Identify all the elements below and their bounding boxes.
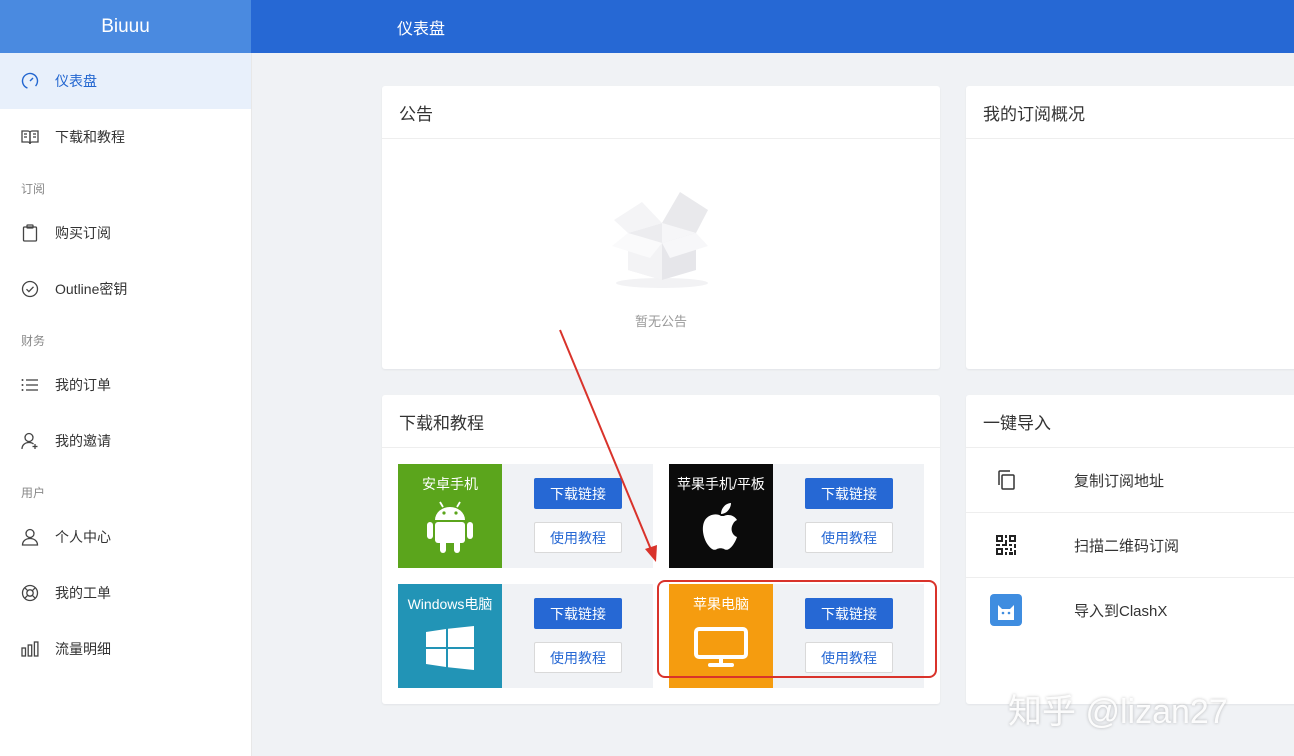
scan-qrcode-item[interactable]: 扫描二维码订阅 [966, 513, 1294, 578]
platform-tile-android[interactable]: 安卓手机 [398, 464, 502, 568]
empty-box-icon [610, 188, 714, 296]
copy-icon [986, 469, 1026, 491]
apple-icon [669, 500, 773, 554]
clipboard-icon [20, 223, 40, 243]
sidebar-item-invites[interactable]: 我的邀请 [0, 413, 251, 469]
download-row-android: 安卓手机 下载链接 使用教程 [398, 464, 653, 568]
list-icon [20, 375, 40, 395]
sidebar-item-outline-key[interactable]: Outline密钥 [0, 261, 251, 317]
subscription-overview-title: 我的订阅概况 [966, 86, 1294, 139]
lifebuoy-icon [20, 583, 40, 603]
downloads-title: 下载和教程 [382, 395, 940, 448]
sidebar-item-label: 我的订单 [55, 377, 111, 393]
sidebar-group-user: 用户 [21, 486, 46, 500]
sidebar: Biuuu 仪表盘 下载和教程 订阅 购买订阅 Outline密钥 财务 我的订… [0, 0, 252, 756]
platform-name: 苹果电脑 [693, 596, 749, 612]
ios-download-button[interactable]: 下载链接 [805, 478, 893, 509]
sidebar-group-subscription: 订阅 [21, 182, 46, 196]
announcement-card: 公告 暂无公告 [382, 86, 940, 369]
mac-tutorial-button[interactable]: 使用教程 [805, 642, 893, 673]
check-circle-icon [20, 279, 40, 299]
brand-logo[interactable]: Biuuu [0, 0, 251, 53]
copy-subscription-item[interactable]: 复制订阅地址 [966, 448, 1294, 513]
sidebar-item-label: 我的邀请 [55, 433, 111, 449]
empty-text: 暂无公告 [634, 315, 687, 330]
one-click-import-card: 一键导入 复制订阅地址 扫描二维码订阅 导入到ClashX [966, 395, 1294, 704]
sidebar-group-finance: 财务 [21, 334, 46, 348]
downloads-card: 下载和教程 安卓手机 下载链接 使用教程 苹果手机/平板 下载链接 使用教程 W… [382, 395, 940, 704]
sidebar-item-traffic[interactable]: 流量明细 [0, 621, 251, 677]
sidebar-item-label: 仪表盘 [55, 73, 97, 89]
android-tutorial-button[interactable]: 使用教程 [534, 522, 622, 553]
download-row-windows: Windows电脑 下载链接 使用教程 [398, 584, 653, 688]
subscription-overview-card: 我的订阅概况 [966, 86, 1294, 369]
sidebar-item-buy-subscription[interactable]: 购买订阅 [0, 205, 251, 261]
page-title: 仪表盘 [397, 18, 446, 38]
sidebar-item-tickets[interactable]: 我的工单 [0, 565, 251, 621]
windows-icon [398, 626, 502, 670]
sidebar-item-orders[interactable]: 我的订单 [0, 357, 251, 413]
watermark: 知乎 @lizan27 [1008, 693, 1228, 731]
user-icon [20, 527, 40, 547]
sidebar-item-label: 下载和教程 [55, 129, 125, 145]
platform-name: 安卓手机 [422, 476, 478, 492]
import-item-label: 导入到ClashX [1074, 602, 1168, 620]
sidebar-item-label: 我的工单 [55, 585, 111, 601]
qrcode-icon [986, 535, 1026, 555]
one-click-import-title: 一键导入 [966, 395, 1294, 448]
sidebar-item-label: 个人中心 [55, 529, 111, 545]
windows-download-button[interactable]: 下载链接 [534, 598, 622, 629]
android-icon [398, 500, 502, 554]
sidebar-item-label: 流量明细 [55, 641, 111, 657]
platform-tile-ios[interactable]: 苹果手机/平板 [669, 464, 773, 568]
android-download-button[interactable]: 下载链接 [534, 478, 622, 509]
top-header: 仪表盘 [251, 0, 1294, 53]
sidebar-item-label: 购买订阅 [55, 225, 111, 241]
clashx-icon [986, 594, 1026, 626]
monitor-icon [669, 626, 773, 668]
import-clashx-item[interactable]: 导入到ClashX [966, 578, 1294, 642]
platform-name: Windows电脑 [407, 596, 493, 612]
bar-chart-icon [20, 639, 40, 659]
platform-tile-mac[interactable]: 苹果电脑 [669, 584, 773, 688]
user-add-icon [20, 431, 40, 451]
sidebar-item-profile[interactable]: 个人中心 [0, 509, 251, 565]
windows-tutorial-button[interactable]: 使用教程 [534, 642, 622, 673]
download-row-mac: 苹果电脑 下载链接 使用教程 [669, 584, 924, 688]
sidebar-item-dashboard[interactable]: 仪表盘 [0, 53, 251, 109]
ios-tutorial-button[interactable]: 使用教程 [805, 522, 893, 553]
announcement-title: 公告 [382, 86, 940, 139]
mac-download-button[interactable]: 下载链接 [805, 598, 893, 629]
import-item-label: 扫描二维码订阅 [1074, 537, 1180, 555]
platform-name: 苹果手机/平板 [677, 476, 765, 492]
book-icon [20, 127, 40, 147]
dashboard-icon [20, 71, 40, 91]
download-row-ios: 苹果手机/平板 下载链接 使用教程 [669, 464, 924, 568]
sidebar-item-label: Outline密钥 [55, 281, 128, 297]
platform-tile-windows[interactable]: Windows电脑 [398, 584, 502, 688]
sidebar-item-downloads[interactable]: 下载和教程 [0, 109, 251, 165]
import-item-label: 复制订阅地址 [1074, 472, 1165, 490]
